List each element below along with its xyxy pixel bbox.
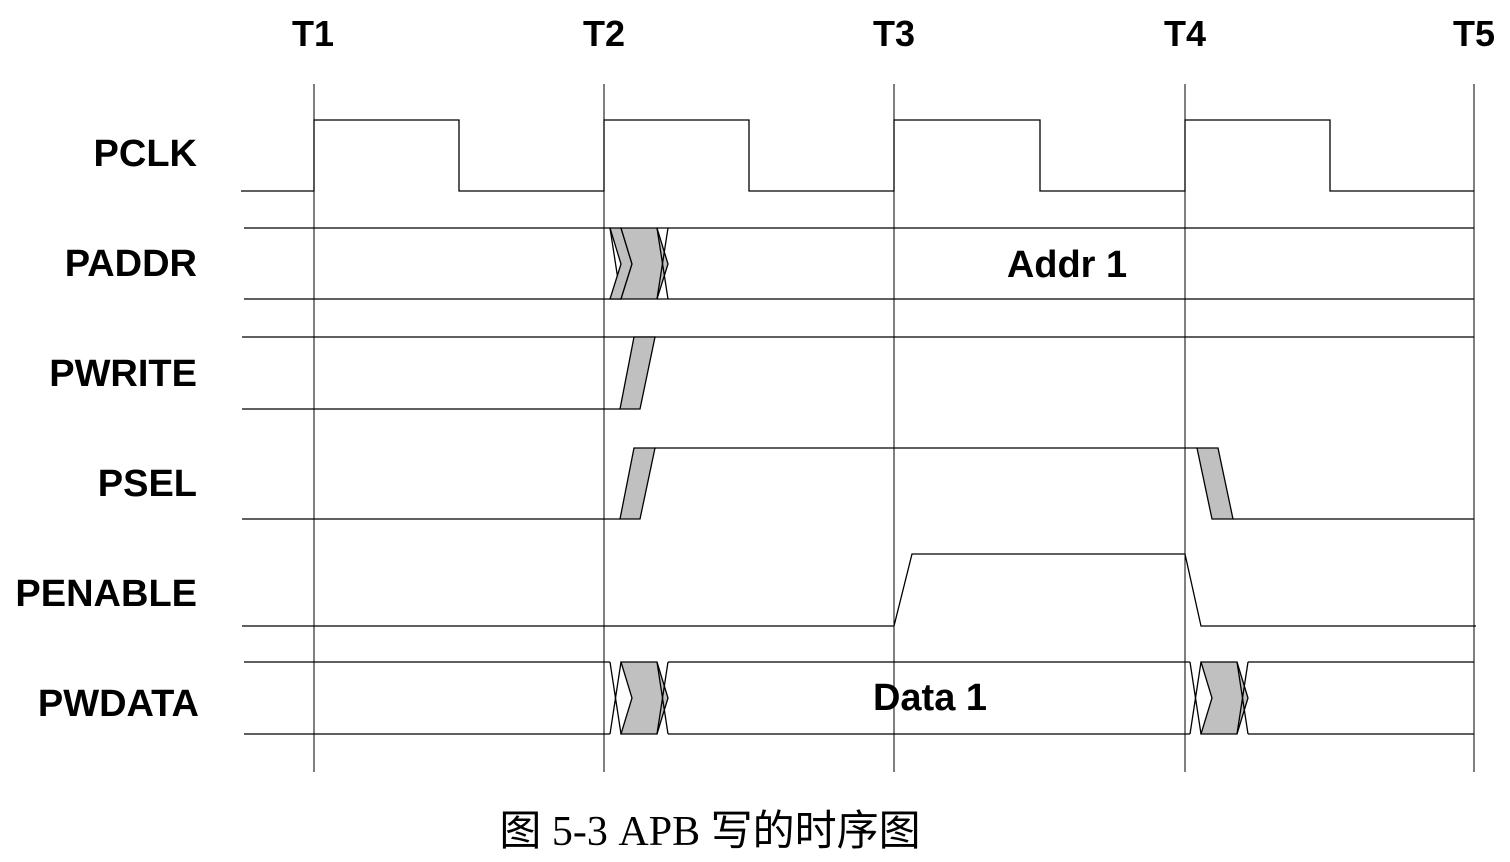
psel-waveform — [242, 447, 1474, 520]
pwdata-waveform — [244, 661, 1474, 735]
psel-rise-transition — [619, 447, 656, 520]
figure-caption: 图 5-3 APB 写的时序图 — [499, 809, 920, 855]
pwdata-transition-1 — [620, 661, 669, 735]
signal-label-penable: PENABLE — [15, 573, 197, 615]
pwrite-transition — [619, 336, 656, 410]
paddr-bus-value: Addr 1 — [1007, 244, 1127, 286]
signal-label-pwrite: PWRITE — [49, 353, 197, 395]
time-marker-t2: T2 — [583, 13, 625, 54]
time-marker-t4: T4 — [1164, 13, 1206, 54]
pwdata-transition-2 — [1200, 661, 1249, 735]
signal-label-pwdata: PWDATA — [38, 683, 199, 725]
psel-fall-transition — [1196, 447, 1234, 520]
signal-label-paddr: PADDR — [65, 243, 197, 285]
time-marker-t3: T3 — [873, 13, 915, 54]
pclk-waveform — [241, 119, 1474, 192]
penable-waveform — [242, 553, 1476, 627]
pwrite-waveform — [242, 336, 1474, 410]
pwdata-bus-value: Data 1 — [873, 677, 987, 719]
time-marker-t5: T5 — [1453, 13, 1495, 54]
time-marker-t1: T1 — [292, 13, 334, 54]
signal-label-pclk: PCLK — [94, 133, 198, 175]
paddr-waveform — [244, 227, 1474, 300]
signal-label-psel: PSEL — [98, 463, 197, 505]
apb-write-timing-diagram: T1 T2 T3 T4 T5 PCLK PADDR PWRITE PSEL PE… — [15, 13, 1495, 855]
